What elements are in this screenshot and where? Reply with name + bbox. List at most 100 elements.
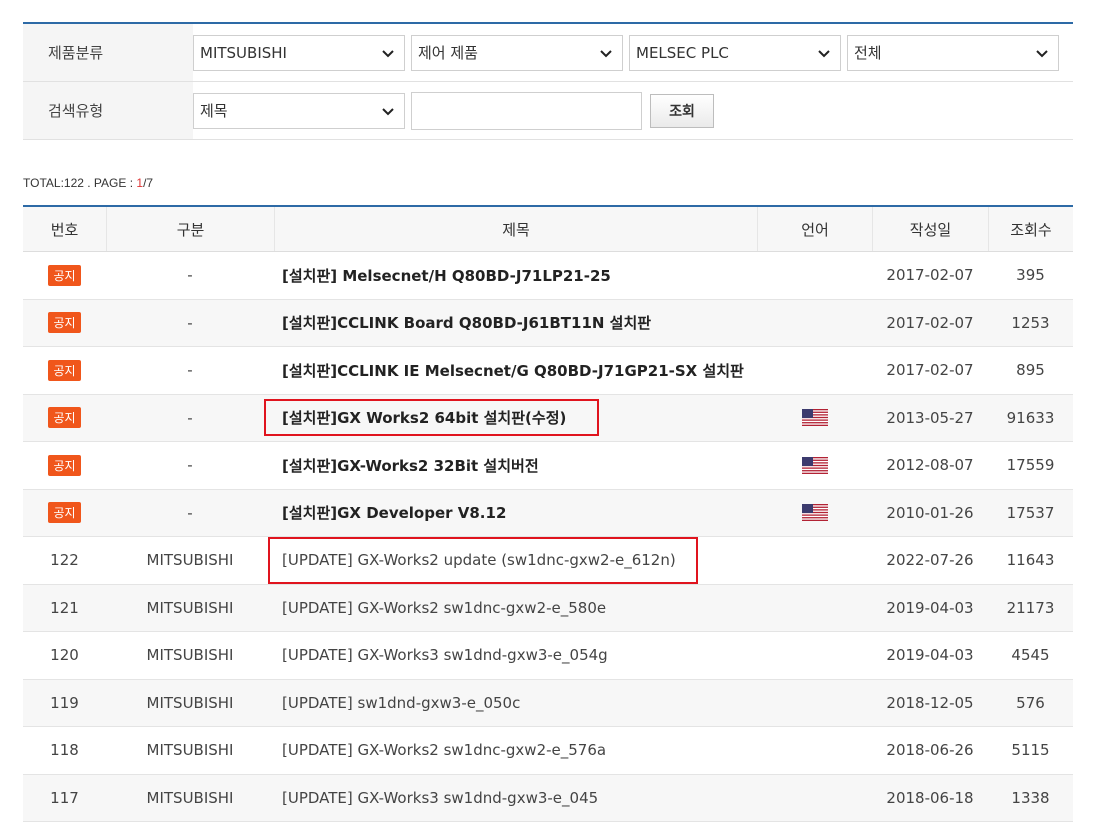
row-category: - bbox=[106, 347, 274, 394]
row-number: 공지 bbox=[23, 490, 106, 537]
table-row[interactable]: 공지 -[설치판]CCLINK IE Melsecnet/G Q80BD-J71G… bbox=[23, 347, 1073, 395]
search-controls: 제목 조회 bbox=[193, 92, 714, 130]
row-views: 17537 bbox=[988, 490, 1073, 537]
row-date: 2022-07-26 bbox=[872, 537, 988, 584]
row-views: 5115 bbox=[988, 727, 1073, 774]
row-title-link[interactable]: [UPDATE] GX-Works2 update (sw1dnc-gxw2-e… bbox=[274, 537, 757, 584]
notice-badge: 공지 bbox=[48, 455, 80, 476]
chevron-down-icon bbox=[380, 45, 396, 61]
header-category: 구분 bbox=[106, 207, 274, 251]
row-language bbox=[757, 727, 872, 774]
category-filter-row: 제품분류 MITSUBISHI 제어 제품 MELSEC PLC 전체 bbox=[23, 24, 1073, 82]
row-category: - bbox=[106, 442, 274, 489]
row-date: 2019-04-03 bbox=[872, 632, 988, 679]
row-category: MITSUBISHI bbox=[106, 585, 274, 632]
row-number: 122 bbox=[23, 537, 106, 584]
row-title-link[interactable]: [설치판] Melsecnet/H Q80BD-J71LP21-25 bbox=[274, 252, 757, 299]
row-date: 2017-02-07 bbox=[872, 347, 988, 394]
notice-badge: 공지 bbox=[48, 407, 80, 428]
search-type-select[interactable]: 제목 bbox=[193, 93, 405, 129]
table-row[interactable]: 122MITSUBISHI[UPDATE] GX-Works2 update (… bbox=[23, 537, 1073, 585]
chevron-down-icon bbox=[816, 45, 832, 61]
search-input[interactable] bbox=[411, 92, 642, 130]
row-category: MITSUBISHI bbox=[106, 727, 274, 774]
us-flag-icon bbox=[802, 504, 828, 521]
header-title: 제목 bbox=[274, 207, 757, 251]
table-row[interactable]: 121MITSUBISHI[UPDATE] GX-Works2 sw1dnc-g… bbox=[23, 585, 1073, 633]
row-views: 11643 bbox=[988, 537, 1073, 584]
header-number: 번호 bbox=[23, 207, 106, 251]
table-row[interactable]: 119MITSUBISHI[UPDATE] sw1dnd-gxw3-e_050c… bbox=[23, 680, 1073, 728]
row-language bbox=[757, 585, 872, 632]
product-line-select[interactable]: MELSEC PLC bbox=[629, 35, 841, 71]
chevron-down-icon bbox=[380, 103, 396, 119]
row-title-link[interactable]: [UPDATE] GX-Works2 sw1dnc-gxw2-e_580e bbox=[274, 585, 757, 632]
notice-badge: 공지 bbox=[48, 312, 80, 333]
maker-select[interactable]: MITSUBISHI bbox=[193, 35, 405, 71]
row-category: MITSUBISHI bbox=[106, 775, 274, 822]
notice-badge: 공지 bbox=[48, 360, 80, 381]
header-views: 조회수 bbox=[988, 207, 1073, 251]
row-title-link[interactable]: [설치판]GX Developer V8.12 bbox=[274, 490, 757, 537]
category-label: 제품분류 bbox=[23, 24, 193, 81]
row-category: - bbox=[106, 300, 274, 347]
header-date: 작성일 bbox=[872, 207, 988, 251]
row-date: 2018-06-18 bbox=[872, 775, 988, 822]
row-number: 공지 bbox=[23, 442, 106, 489]
table-header: 번호 구분 제목 언어 작성일 조회수 bbox=[23, 207, 1073, 252]
table-row[interactable]: 공지-[설치판] Melsecnet/H Q80BD-J71LP21-25201… bbox=[23, 252, 1073, 300]
search-button[interactable]: 조회 bbox=[650, 94, 714, 128]
row-language bbox=[757, 775, 872, 822]
table-row[interactable]: 120MITSUBISHI[UPDATE] GX-Works3 sw1dnd-g… bbox=[23, 632, 1073, 680]
row-date: 2018-12-05 bbox=[872, 680, 988, 727]
row-title-link[interactable]: [설치판]CCLINK Board Q80BD-J61BT11N 설치판 bbox=[274, 300, 757, 347]
chevron-down-icon bbox=[598, 45, 614, 61]
row-views: 395 bbox=[988, 252, 1073, 299]
row-views: 1338 bbox=[988, 775, 1073, 822]
row-language bbox=[757, 442, 872, 489]
row-date: 2010-01-26 bbox=[872, 490, 988, 537]
row-language bbox=[757, 490, 872, 537]
table-row[interactable]: 117MITSUBISHI[UPDATE] GX-Works3 sw1dnd-g… bbox=[23, 775, 1073, 822]
us-flag-icon bbox=[802, 457, 828, 474]
table-row[interactable]: 공지-[설치판]CCLINK Board Q80BD-J61BT11N 설치판2… bbox=[23, 300, 1073, 348]
sub-category-select[interactable]: 전체 bbox=[847, 35, 1059, 71]
row-title-link[interactable]: [UPDATE] sw1dnd-gxw3-e_050c bbox=[274, 680, 757, 727]
row-number: 공지 bbox=[23, 395, 106, 442]
row-views: 91633 bbox=[988, 395, 1073, 442]
row-title-link[interactable]: [설치판]GX-Works2 32Bit 설치버전 bbox=[274, 442, 757, 489]
notice-badge: 공지 bbox=[48, 265, 80, 286]
result-summary: TOTAL:122 . PAGE : 1/7 bbox=[23, 176, 153, 190]
row-views: 895 bbox=[988, 347, 1073, 394]
row-title-link[interactable]: [UPDATE] GX-Works2 sw1dnc-gxw2-e_576a bbox=[274, 727, 757, 774]
us-flag-icon bbox=[802, 409, 828, 426]
row-views: 17559 bbox=[988, 442, 1073, 489]
search-filter-row: 검색유형 제목 조회 bbox=[23, 82, 1073, 140]
row-language bbox=[757, 680, 872, 727]
row-title-link[interactable]: [UPDATE] GX-Works3 sw1dnd-gxw3-e_054g bbox=[274, 632, 757, 679]
row-views: 1253 bbox=[988, 300, 1073, 347]
chevron-down-icon bbox=[1034, 45, 1050, 61]
row-category: MITSUBISHI bbox=[106, 680, 274, 727]
notice-badge: 공지 bbox=[48, 502, 80, 523]
table-row[interactable]: 공지 -[설치판]GX-Works2 32Bit 설치버전 2012-08-0717… bbox=[23, 442, 1073, 490]
row-views: 576 bbox=[988, 680, 1073, 727]
product-type-select[interactable]: 제어 제품 bbox=[411, 35, 623, 71]
row-title-link[interactable]: [설치판]CCLINK IE Melsecnet/G Q80BD-J71GP21… bbox=[274, 347, 757, 394]
table-row[interactable]: 공지-[설치판]GX Developer V8.122010-01-261753… bbox=[23, 490, 1073, 538]
table-row[interactable]: 공지-[설치판]GX Works2 64bit 설치판(수정)2013-05-2… bbox=[23, 395, 1073, 443]
table-row[interactable]: 118MITSUBISHI[UPDATE] GX-Works2 sw1dnc-g… bbox=[23, 727, 1073, 775]
row-title-link[interactable]: [UPDATE] GX-Works3 sw1dnd-gxw3-e_045 bbox=[274, 775, 757, 822]
results-table: 번호 구분 제목 언어 작성일 조회수 공지-[설치판] Melsecnet/H… bbox=[23, 205, 1073, 822]
row-language bbox=[757, 300, 872, 347]
row-language bbox=[757, 537, 872, 584]
row-number: 공지 bbox=[23, 347, 106, 394]
row-title-link[interactable]: [설치판]GX Works2 64bit 설치판(수정) bbox=[274, 395, 757, 442]
row-date: 2012-08-07 bbox=[872, 442, 988, 489]
row-number: 공지 bbox=[23, 300, 106, 347]
row-date: 2019-04-03 bbox=[872, 585, 988, 632]
search-type-label: 검색유형 bbox=[23, 82, 193, 139]
row-views: 4545 bbox=[988, 632, 1073, 679]
row-views: 21173 bbox=[988, 585, 1073, 632]
row-category: - bbox=[106, 395, 274, 442]
